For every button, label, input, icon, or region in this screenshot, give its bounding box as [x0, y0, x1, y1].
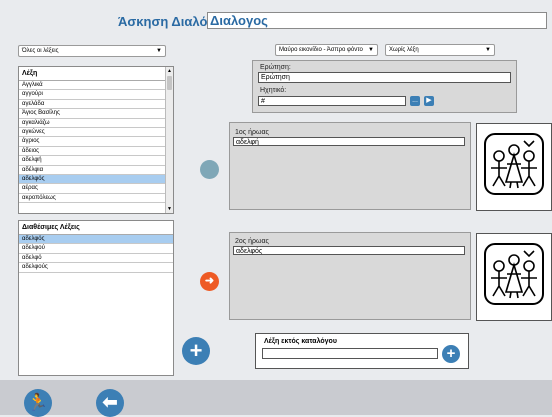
siblings-pictogram-icon: [484, 243, 544, 305]
word-list-item[interactable]: αγκαλιάζω: [19, 119, 173, 128]
bottom-toolbar: [0, 380, 552, 415]
word-list-item[interactable]: αδέλφια: [19, 166, 173, 175]
extra-word-panel: Λέξη εκτός καταλόγου +: [255, 333, 469, 369]
scroll-up-icon[interactable]: ▲: [166, 68, 173, 74]
running-person-icon: 🏃: [27, 393, 49, 412]
word-list-item[interactable]: αδελφός: [19, 174, 173, 185]
hero1-picture[interactable]: [476, 123, 552, 211]
back-button[interactable]: ⬅: [96, 389, 124, 417]
word-list-item[interactable]: Άγιος Βασίλης: [19, 109, 173, 119]
add-extra-word-button[interactable]: +: [442, 345, 460, 363]
available-word-item[interactable]: αδελφός: [19, 235, 173, 245]
word-list-item[interactable]: άγριος: [19, 137, 173, 147]
filter-select[interactable]: Όλες οι λέξεις ▼: [18, 45, 166, 57]
plus-icon: +: [189, 338, 203, 363]
siblings-pictogram-icon: [484, 133, 544, 195]
audio-input[interactable]: #: [258, 96, 406, 106]
word-list-rows: Αγγλικά αγγούρι αγελάδα Άγιος Βασίλης αγκαλι…: [19, 81, 173, 204]
play-icon: ▶: [426, 97, 432, 104]
word-list-item[interactable]: αδελφή: [19, 156, 173, 166]
word-list-item[interactable]: αέρας: [19, 184, 173, 194]
word-list-header: Λέξη: [19, 67, 173, 81]
browse-button[interactable]: ...: [410, 96, 420, 106]
hero1-input[interactable]: αδελφή: [233, 137, 465, 146]
scroll-down-icon[interactable]: ▼: [166, 206, 173, 212]
hero2-input[interactable]: αδελφός: [233, 246, 465, 255]
chevron-down-icon: ▼: [156, 48, 162, 54]
extra-word-label: Λέξη εκτός καταλόγου: [264, 338, 337, 345]
filter-select-value: Όλες οι λέξεις: [22, 48, 59, 54]
chevron-down-icon: ▼: [485, 47, 491, 53]
chevron-down-icon: ▼: [368, 47, 374, 53]
word-list-item[interactable]: Αγγλικά: [19, 81, 173, 91]
word-list[interactable]: Λέξη Αγγλικά αγγούρι αγελάδα Άγιος Βασίλης α…: [18, 66, 174, 214]
available-words-list[interactable]: Διαθέσιμες Λέξεις αδελφός αδελφού αδελφό αδ…: [18, 220, 174, 376]
available-word-item[interactable]: αδελφού: [19, 244, 173, 254]
style-select-value: Μαύρο εικονίδιο - Άσπρο φόντο: [279, 47, 363, 53]
word-list-item[interactable]: ακροπόλεως: [19, 194, 173, 204]
question-panel: Ερώτηση: Ερώτηση Ηχητικό: # ... ▶: [252, 60, 517, 113]
plus-icon: +: [446, 345, 456, 362]
word-mode-select-value: Χωρίς λέξη: [389, 47, 419, 53]
arrow-right-icon: ➜: [204, 275, 215, 287]
hero1-status-indicator: [200, 160, 219, 179]
scroll-thumb[interactable]: [167, 76, 172, 90]
available-word-item[interactable]: αδελφό: [19, 254, 173, 264]
available-words-header: Διαθέσιμες Λέξεις: [19, 221, 173, 235]
style-select[interactable]: Μαύρο εικονίδιο - Άσπρο φόντο ▼: [275, 44, 378, 56]
hero2-panel: 2ος ήρωας αδελφός: [229, 232, 471, 320]
word-list-item[interactable]: αγγούρι: [19, 90, 173, 100]
hero2-status-indicator: ➜: [200, 272, 219, 291]
word-mode-select[interactable]: Χωρίς λέξη ▼: [385, 44, 495, 56]
hero1-panel: 1ος ήρωας αδελφή: [229, 122, 471, 210]
add-hero-button[interactable]: +: [182, 337, 210, 365]
hero1-label: 1ος ήρωας: [235, 129, 269, 136]
word-list-item[interactable]: αγκώνες: [19, 128, 173, 138]
word-list-scrollbar[interactable]: ▲ ▼: [165, 67, 173, 213]
extra-word-input[interactable]: [262, 348, 438, 359]
play-button[interactable]: ▶: [424, 96, 434, 106]
available-word-item[interactable]: αδελφούς: [19, 263, 173, 273]
question-label: Ερώτηση:: [260, 64, 291, 71]
word-list-item[interactable]: αγελάδα: [19, 100, 173, 110]
available-words-rows: αδελφός αδελφού αδελφό αδελφούς: [19, 235, 173, 273]
hero2-label: 2ος ήρωας: [235, 238, 269, 245]
audio-label: Ηχητικό:: [260, 87, 287, 94]
hero2-picture[interactable]: [476, 233, 552, 321]
title-input[interactable]: Διαλογος: [207, 12, 547, 29]
word-list-item[interactable]: άδειος: [19, 147, 173, 157]
arrow-left-icon: ⬅: [102, 392, 118, 412]
question-input[interactable]: Ερώτηση: [258, 72, 511, 83]
exit-button[interactable]: 🏃: [24, 389, 52, 417]
